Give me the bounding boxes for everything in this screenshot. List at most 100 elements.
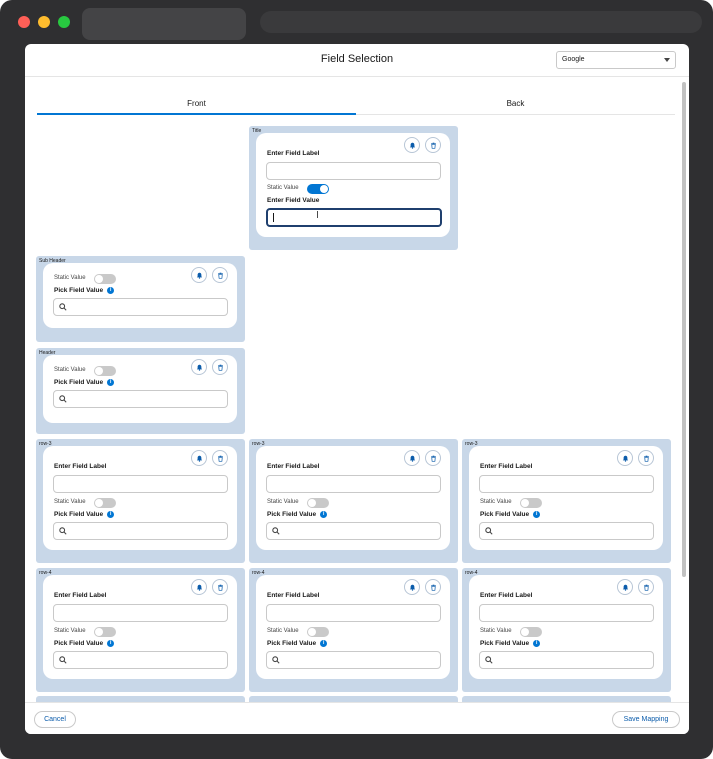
- tab-back[interactable]: Back: [356, 97, 675, 115]
- window-controls: [18, 16, 70, 28]
- toggle-knob: [95, 367, 103, 375]
- static-value-toggle[interactable]: [520, 627, 542, 637]
- static-value-label: Static Value: [480, 499, 512, 505]
- field-label-input[interactable]: [479, 475, 654, 493]
- account-select[interactable]: Google: [556, 51, 676, 69]
- minimize-window-button[interactable]: [38, 16, 50, 28]
- field-label-input[interactable]: [266, 475, 441, 493]
- account-select-value: Google: [562, 56, 585, 63]
- side-tabs: Front Back: [37, 97, 675, 115]
- save-mapping-button[interactable]: Save Mapping: [612, 711, 680, 728]
- static-value-toggle[interactable]: [94, 627, 116, 637]
- enter-field-label-heading: Enter Field Label: [480, 463, 533, 470]
- info-icon[interactable]: i: [320, 511, 328, 518]
- static-value-label: Static Value: [267, 499, 299, 505]
- sub-header-field-card: Sub Header Static Value Pick Field Value i: [36, 256, 245, 342]
- modal-footer: Cancel Save Mapping: [25, 702, 689, 734]
- static-value-toggle[interactable]: [307, 184, 329, 194]
- enter-field-label-heading: Enter Field Label: [267, 463, 320, 470]
- row-3-field-card-3: row-3 Enter Field Label Static Value Pick F…: [462, 439, 671, 563]
- delete-button[interactable]: [212, 359, 228, 375]
- pick-field-value-heading: Pick Field Value i: [267, 511, 328, 518]
- notify-button[interactable]: [404, 579, 420, 595]
- toggle-knob: [308, 499, 316, 507]
- delete-button[interactable]: [425, 450, 441, 466]
- static-value-label: Static Value: [267, 628, 299, 634]
- static-value-toggle[interactable]: [520, 498, 542, 508]
- bell-icon: [409, 136, 416, 154]
- field-label-input[interactable]: [266, 604, 441, 622]
- delete-button[interactable]: [425, 137, 441, 153]
- scrollbar-thumb[interactable]: [682, 82, 686, 577]
- delete-button[interactable]: [212, 579, 228, 595]
- info-icon[interactable]: i: [107, 511, 115, 518]
- trash-icon: [217, 358, 224, 376]
- field-card: Static Value Pick Field Value i: [43, 355, 237, 423]
- field-card: Enter Field Label Static Value Pick Field …: [256, 446, 450, 550]
- row-4-field-card-2: row-4 Enter Field Label Static Value Pick F…: [249, 568, 458, 692]
- bell-icon: [409, 578, 416, 596]
- field-label-input[interactable]: [53, 475, 228, 493]
- field-card: Enter Field Label Static Value Pick Field …: [469, 575, 663, 679]
- field-search-input[interactable]: [53, 651, 228, 669]
- delete-button[interactable]: [212, 267, 228, 283]
- enter-field-value-heading: Enter Field Value: [267, 197, 320, 204]
- pick-field-value-text: Pick Field Value: [54, 640, 104, 648]
- toggle-knob: [95, 499, 103, 507]
- field-search-input[interactable]: [53, 298, 228, 316]
- trash-icon: [643, 449, 650, 467]
- notify-button[interactable]: [404, 450, 420, 466]
- notify-button[interactable]: [617, 579, 633, 595]
- trash-icon: [430, 578, 437, 596]
- notify-button[interactable]: [617, 450, 633, 466]
- delete-button[interactable]: [425, 579, 441, 595]
- bell-icon: [622, 449, 629, 467]
- field-label-input[interactable]: [266, 162, 441, 180]
- pick-field-value-heading: Pick Field Value i: [480, 640, 541, 647]
- info-icon[interactable]: i: [533, 511, 541, 518]
- delete-button[interactable]: [638, 450, 654, 466]
- bell-icon: [196, 358, 203, 376]
- toggle-knob: [521, 628, 529, 636]
- field-search-input[interactable]: [53, 522, 228, 540]
- enter-field-label-heading: Enter Field Label: [54, 592, 107, 599]
- info-icon[interactable]: i: [533, 640, 541, 647]
- browser-tab[interactable]: [82, 8, 246, 40]
- notify-button[interactable]: [191, 359, 207, 375]
- header-field-card: Header Static Value Pick Field Value i: [36, 348, 245, 434]
- static-value-toggle[interactable]: [307, 627, 329, 637]
- info-icon[interactable]: i: [107, 640, 115, 647]
- close-window-button[interactable]: [18, 16, 30, 28]
- field-search-input[interactable]: [479, 651, 654, 669]
- tab-front[interactable]: Front: [37, 97, 356, 115]
- notify-button[interactable]: [191, 267, 207, 283]
- row-3-field-card-1: row-3 Enter Field Label Static Value Pick F…: [36, 439, 245, 563]
- static-value-toggle[interactable]: [94, 366, 116, 376]
- cancel-button[interactable]: Cancel: [34, 711, 76, 728]
- trash-icon: [430, 449, 437, 467]
- field-search-input[interactable]: [266, 651, 441, 669]
- field-search-input[interactable]: [53, 390, 228, 408]
- notify-button[interactable]: [404, 137, 420, 153]
- info-icon[interactable]: i: [320, 640, 328, 647]
- delete-button[interactable]: [638, 579, 654, 595]
- delete-button[interactable]: [212, 450, 228, 466]
- static-value-toggle[interactable]: [94, 274, 116, 284]
- static-value-toggle[interactable]: [307, 498, 329, 508]
- field-value-input[interactable]: [266, 208, 442, 227]
- static-value-toggle[interactable]: [94, 498, 116, 508]
- row-3-field-card-2: row-3 Enter Field Label Static Value Pick F…: [249, 439, 458, 563]
- maximize-window-button[interactable]: [58, 16, 70, 28]
- enter-field-label-heading: Enter Field Label: [54, 463, 107, 470]
- address-bar[interactable]: [260, 11, 702, 33]
- info-icon[interactable]: i: [107, 287, 115, 294]
- pick-field-value-text: Pick Field Value: [480, 511, 530, 519]
- field-search-input[interactable]: [479, 522, 654, 540]
- field-search-input[interactable]: [266, 522, 441, 540]
- notify-button[interactable]: [191, 450, 207, 466]
- notify-button[interactable]: [191, 579, 207, 595]
- field-label-input[interactable]: [479, 604, 654, 622]
- field-label-input[interactable]: [53, 604, 228, 622]
- info-icon[interactable]: i: [107, 379, 115, 386]
- text-caret: [273, 213, 274, 222]
